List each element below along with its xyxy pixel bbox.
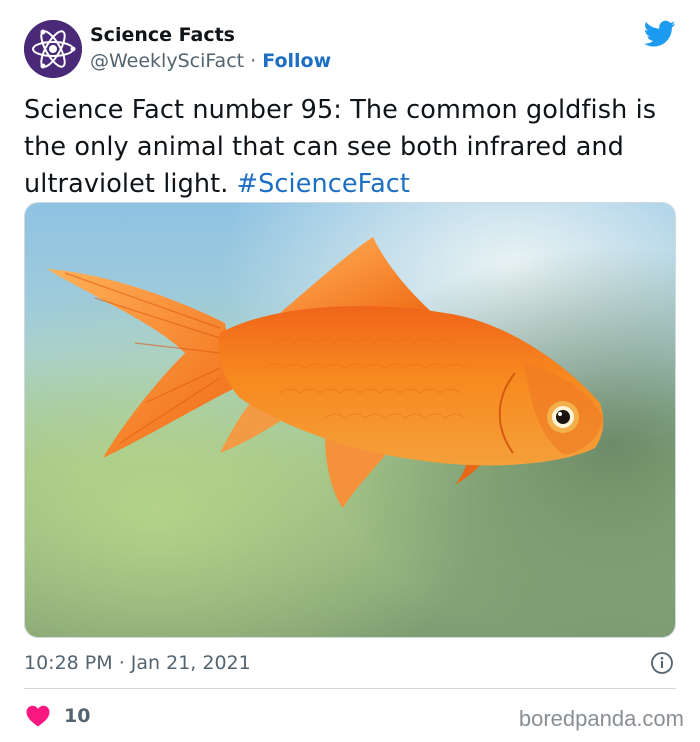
atom-icon <box>24 20 82 78</box>
tweet-time: 10:28 PM <box>24 652 113 674</box>
twitter-bird-icon[interactable] <box>644 20 676 48</box>
handle-separator: · <box>250 50 257 72</box>
tweet-media-goldfish[interactable] <box>24 202 676 638</box>
divider <box>24 688 676 689</box>
heart-icon <box>26 705 50 727</box>
avatar[interactable] <box>24 20 82 78</box>
account-handle[interactable]: @WeeklySciFact <box>90 50 244 72</box>
timestamp-separator: · <box>118 652 125 674</box>
display-name[interactable]: Science Facts <box>90 22 331 48</box>
tweet-date: Jan 21, 2021 <box>130 652 251 674</box>
tweet-text: Science Fact number 95: The common goldf… <box>24 92 674 203</box>
handle-row: @WeeklySciFact · Follow <box>90 48 331 74</box>
tweet-timestamp[interactable]: 10:28 PM · Jan 21, 2021 <box>24 650 251 676</box>
info-icon[interactable] <box>650 651 674 675</box>
account-info: Science Facts @WeeklySciFact · Follow <box>90 22 331 74</box>
like-count: 10 <box>64 705 91 727</box>
hashtag-link[interactable]: #ScienceFact <box>237 169 410 199</box>
watermark: boredpanda.com <box>518 706 684 731</box>
tweet-header: Science Facts @WeeklySciFact · Follow <box>24 18 676 80</box>
follow-button[interactable]: Follow <box>262 50 331 72</box>
goldfish-photo <box>25 203 675 637</box>
